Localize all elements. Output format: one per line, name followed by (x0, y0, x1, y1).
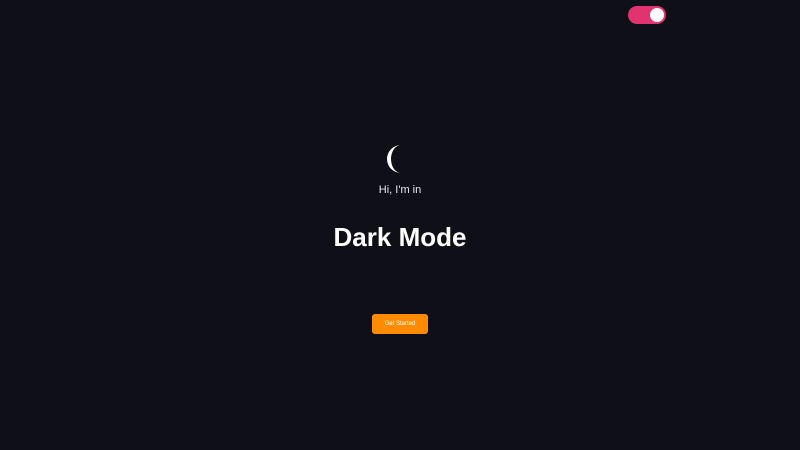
theme-toggle[interactable] (628, 6, 666, 24)
moon-icon (387, 145, 401, 173)
page: Hi, I'm in Dark Mode Get Started (0, 0, 800, 450)
get-started-button[interactable]: Get Started (372, 314, 428, 334)
toggle-knob (650, 8, 664, 22)
greeting-text: Hi, I'm in (378, 184, 422, 196)
page-title: Dark Mode (333, 222, 467, 252)
